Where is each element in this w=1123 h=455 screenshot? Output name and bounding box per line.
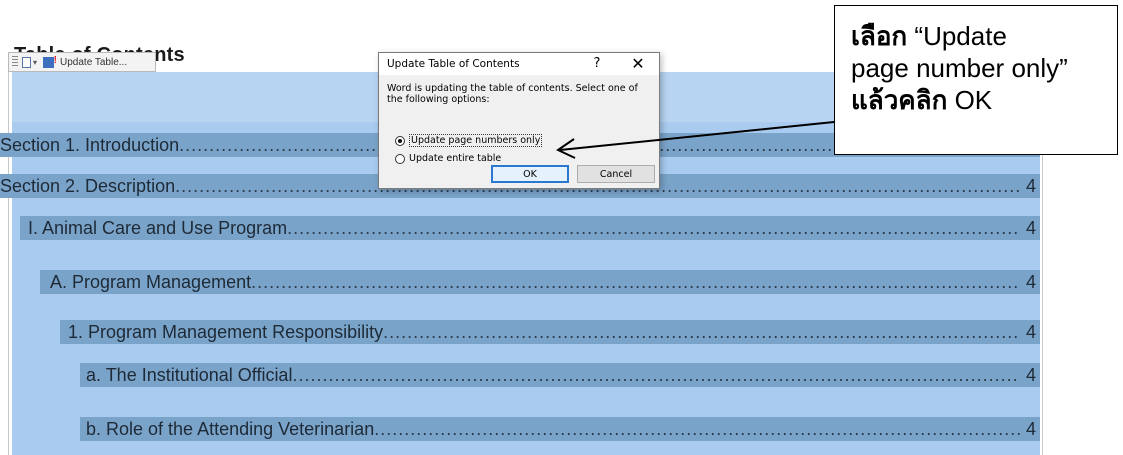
arrow-shaft <box>559 121 835 151</box>
callout-arrow <box>555 121 835 159</box>
